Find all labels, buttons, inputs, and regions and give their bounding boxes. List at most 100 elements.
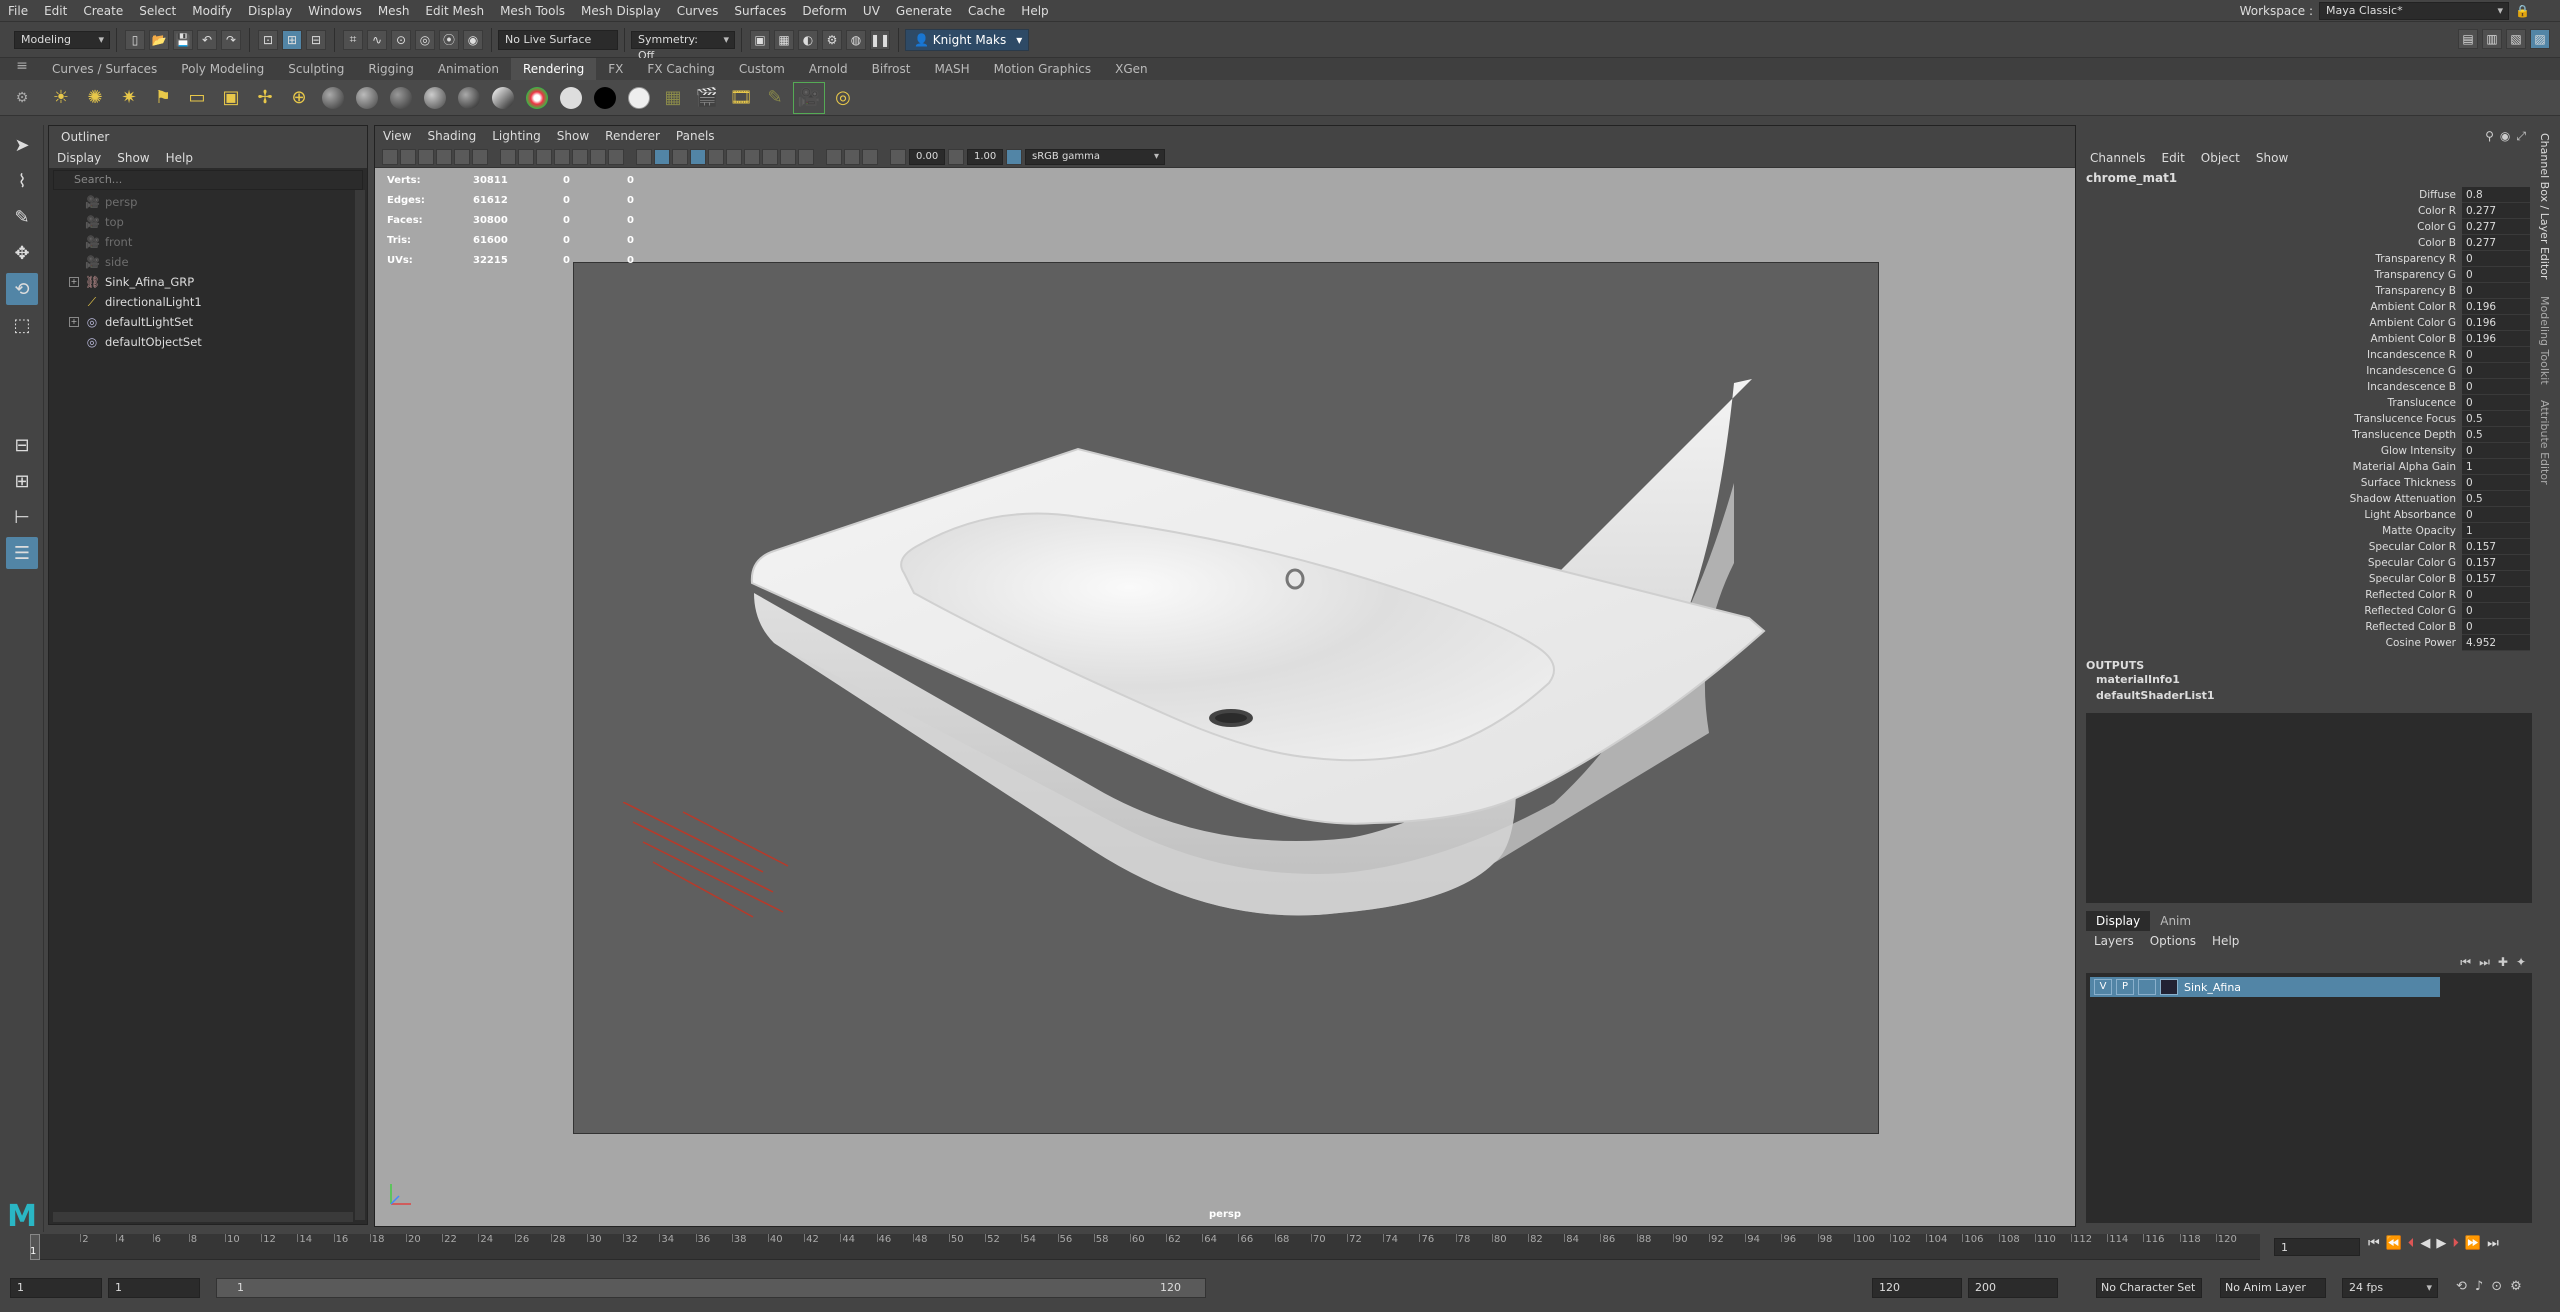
- snap-point-icon[interactable]: ⊙: [391, 29, 411, 50]
- render-sequence-icon[interactable]: ✎: [760, 83, 790, 113]
- go-to-start-icon[interactable]: ⏮: [2368, 1236, 2380, 1251]
- texture-icon[interactable]: ▦: [658, 83, 688, 113]
- attribute-value[interactable]: 0: [2462, 251, 2530, 267]
- render-current-icon[interactable]: ▦: [774, 29, 794, 50]
- attribute-value[interactable]: 0: [2462, 507, 2530, 523]
- shelf-tab-rigging[interactable]: Rigging: [356, 58, 425, 80]
- black-material-icon[interactable]: [590, 83, 620, 113]
- attribute-value[interactable]: 0: [2462, 267, 2530, 283]
- attribute-name[interactable]: Diffuse: [2082, 187, 2462, 203]
- attribute-value[interactable]: 0: [2462, 475, 2530, 491]
- xray-icon[interactable]: [844, 148, 860, 165]
- attribute-value[interactable]: 0: [2462, 603, 2530, 619]
- menu-edit[interactable]: Edit: [36, 0, 75, 22]
- attribute-value[interactable]: 4.952: [2462, 635, 2530, 651]
- channel-box-menu-channels[interactable]: Channels: [2082, 147, 2154, 169]
- loop-icon[interactable]: ⟲: [2456, 1279, 2467, 1294]
- anti-aliasing-icon[interactable]: [780, 148, 796, 165]
- render-settings-icon[interactable]: ⚙: [822, 29, 842, 50]
- tool-settings-icon[interactable]: ▧: [2506, 29, 2526, 49]
- fps-dropdown[interactable]: 24 fps: [2342, 1278, 2438, 1298]
- layer-tab-anim[interactable]: Anim: [2150, 911, 2201, 931]
- make-live-icon[interactable]: ◉: [463, 29, 483, 50]
- single-perspective-layout-icon[interactable]: ⊟: [6, 429, 38, 461]
- render-camera-icon[interactable]: 🎬: [692, 83, 722, 113]
- outliner-menu-help[interactable]: Help: [158, 148, 201, 168]
- attribute-value[interactable]: 0.5: [2462, 491, 2530, 507]
- exposure-field[interactable]: 0.00: [909, 148, 945, 165]
- move-layer-up-icon[interactable]: ⏮: [2460, 955, 2471, 970]
- attribute-value[interactable]: 0: [2462, 363, 2530, 379]
- expand-icon[interactable]: +: [69, 317, 79, 327]
- attribute-name[interactable]: Color G: [2082, 219, 2462, 235]
- hypershade-icon[interactable]: ◍: [846, 29, 866, 50]
- resolution-gate-icon[interactable]: [536, 148, 552, 165]
- outliner-item[interactable]: ◎ defaultObjectSet: [49, 332, 367, 352]
- attribute-name[interactable]: Transparency G: [2082, 267, 2462, 283]
- audio-icon[interactable]: ♪: [2475, 1279, 2483, 1294]
- outliner-item[interactable]: 🎥 top: [49, 212, 367, 232]
- viewport-menu-panels[interactable]: Panels: [668, 126, 723, 146]
- open-scene-icon[interactable]: 📂: [149, 29, 169, 50]
- pin-icon[interactable]: ⚲: [2485, 129, 2494, 144]
- viewport-menu-show[interactable]: Show: [549, 126, 597, 146]
- point-light-icon[interactable]: ✷: [114, 83, 144, 113]
- attribute-value[interactable]: 0.277: [2462, 219, 2530, 235]
- attribute-value[interactable]: 0.277: [2462, 203, 2530, 219]
- attribute-name[interactable]: Reflected Color B: [2082, 619, 2462, 635]
- bookmark-icon[interactable]: [418, 148, 434, 165]
- light-add-icon[interactable]: ✢: [250, 83, 280, 113]
- playback-range-bar[interactable]: 1 120: [216, 1278, 1206, 1298]
- viewport-panel[interactable]: View Shading Lighting Show Renderer Panels: [374, 125, 2076, 1227]
- lasso-tool-icon[interactable]: ⌇: [6, 165, 38, 197]
- attribute-name[interactable]: Reflected Color R: [2082, 587, 2462, 603]
- attribute-name[interactable]: Specular Color R: [2082, 539, 2462, 555]
- side-tab-attribute-editor[interactable]: Attribute Editor: [2538, 392, 2551, 493]
- shelf-tab-poly-modeling[interactable]: Poly Modeling: [169, 58, 276, 80]
- attribute-value[interactable]: 1: [2462, 459, 2530, 475]
- outliner-menu-show[interactable]: Show: [109, 148, 157, 168]
- shelf-tab-bifrost[interactable]: Bifrost: [860, 58, 923, 80]
- sink-model[interactable]: [574, 263, 1880, 1135]
- gamma-icon[interactable]: [948, 148, 964, 165]
- persp-outliner-layout-icon[interactable]: ⊢: [6, 501, 38, 533]
- attribute-name[interactable]: Ambient Color B: [2082, 331, 2462, 347]
- symmetry-dropdown[interactable]: Symmetry: Off: [631, 30, 735, 62]
- attribute-name[interactable]: Matte Opacity: [2082, 523, 2462, 539]
- anim-layer-field[interactable]: No Anim Layer: [2220, 1278, 2326, 1298]
- attribute-value[interactable]: 0: [2462, 395, 2530, 411]
- image-plane-icon[interactable]: [436, 148, 452, 165]
- side-tab-modeling-toolkit[interactable]: Modeling Toolkit: [2538, 288, 2551, 393]
- time-slider-track[interactable]: 1 2 4 6 8 10 12 14 16 18 20 22 24 26 28 30 32 34 36 38 40 42…: [30, 1234, 2260, 1260]
- layer-row[interactable]: V P Sink_Afina: [2090, 977, 2440, 997]
- float-panel-icon[interactable]: ⤢: [2516, 129, 2526, 144]
- menu-uv[interactable]: UV: [855, 0, 888, 22]
- menu-mesh[interactable]: Mesh: [370, 0, 418, 22]
- current-frame-field[interactable]: 1: [2274, 1238, 2360, 1256]
- attribute-value[interactable]: 0: [2462, 587, 2530, 603]
- output-node[interactable]: defaultShaderList1: [2086, 688, 2536, 704]
- shelf-tab-animation[interactable]: Animation: [426, 58, 511, 80]
- attribute-name[interactable]: Glow Intensity: [2082, 443, 2462, 459]
- attribute-value[interactable]: 0: [2462, 283, 2530, 299]
- attribute-name[interactable]: Surface Thickness: [2082, 475, 2462, 491]
- menu-generate[interactable]: Generate: [888, 0, 960, 22]
- sun-light-icon[interactable]: ☀: [46, 83, 76, 113]
- menu-mesh-display[interactable]: Mesh Display: [573, 0, 669, 22]
- shadows-icon[interactable]: [726, 148, 742, 165]
- layer-display-type[interactable]: [2138, 979, 2156, 995]
- attribute-value[interactable]: 0.157: [2462, 571, 2530, 587]
- depth-of-field-icon[interactable]: [798, 148, 814, 165]
- go-to-end-icon[interactable]: ⏭: [2487, 1236, 2499, 1251]
- gate-mask-icon[interactable]: [554, 148, 570, 165]
- layer-tab-display[interactable]: Display: [2086, 911, 2151, 931]
- layer-playback-toggle[interactable]: P: [2116, 979, 2134, 995]
- attribute-value[interactable]: 0.5: [2462, 411, 2530, 427]
- shelf-tab-custom[interactable]: Custom: [727, 58, 797, 80]
- white-material-icon[interactable]: [556, 83, 586, 113]
- area-light-icon[interactable]: ▭: [182, 83, 212, 113]
- animation-start-field[interactable]: 1: [108, 1278, 200, 1298]
- attribute-name[interactable]: Reflected Color G: [2082, 603, 2462, 619]
- menu-help[interactable]: Help: [1013, 0, 1056, 22]
- attribute-value[interactable]: 0.5: [2462, 427, 2530, 443]
